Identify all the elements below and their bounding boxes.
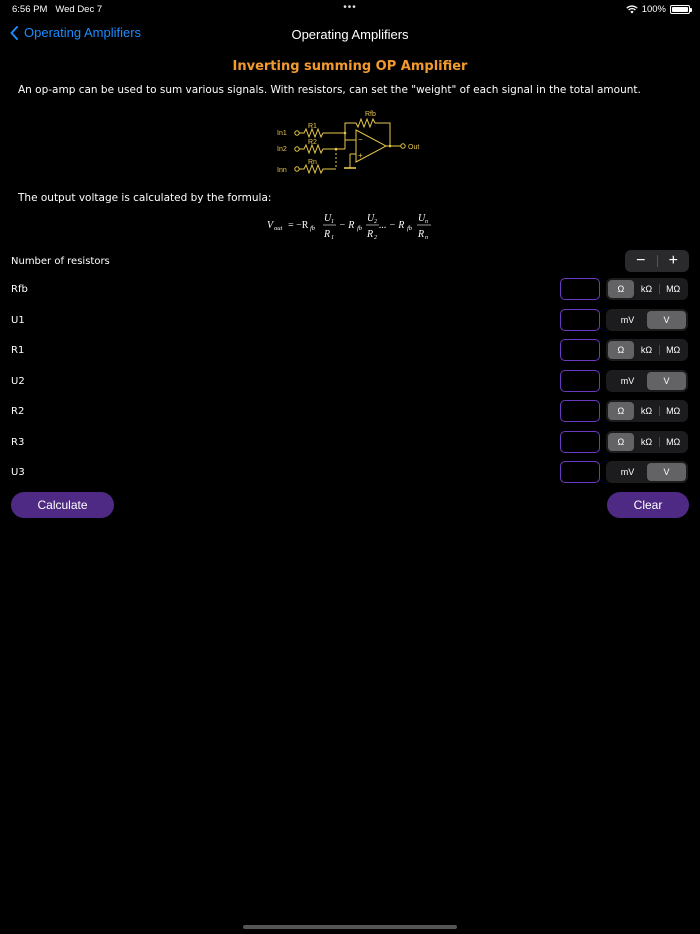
unit-option-kohm[interactable]: kΩ [634, 402, 660, 420]
r3-unit-selector[interactable]: Ω kΩ MΩ [606, 431, 688, 453]
row-label-rfb: Rfb [11, 284, 28, 295]
clear-button[interactable]: Clear [607, 492, 689, 518]
formula-fb-3: fb [407, 225, 413, 232]
unit-option-ohm[interactable]: Ω [608, 402, 634, 420]
stepper-increment-button[interactable]: + [658, 250, 690, 272]
unit-option-kohm[interactable]: kΩ [634, 280, 660, 298]
formula-r2-sub: 2 [374, 235, 377, 241]
circuit-label-rfb: Rfb [365, 111, 376, 118]
r1-value-field[interactable] [560, 339, 600, 361]
stepper-decrement-button[interactable]: − [625, 250, 657, 272]
formula-r1: R [323, 229, 330, 240]
u1-unit-selector[interactable]: mV V [606, 309, 688, 331]
description-text: An op-amp can be used to sum various sig… [18, 84, 641, 96]
unit-option-v[interactable]: V [647, 372, 686, 390]
unit-option-ohm[interactable]: Ω [608, 341, 634, 359]
formula-un-sub: n [425, 219, 428, 225]
unit-option-ohm[interactable]: Ω [608, 433, 634, 451]
status-right: 100% [626, 4, 692, 15]
formula-vout-sub: out [274, 225, 283, 232]
number-of-resistors-label: Number of resistors [11, 256, 110, 267]
row-label-r2: R2 [11, 406, 25, 417]
output-formula: V out = −R fb U 1 R 1 − R fb U 2 R 2 ...… [267, 213, 431, 241]
r2-value-field[interactable] [560, 400, 600, 422]
u3-value-field[interactable] [560, 461, 600, 483]
u2-value-field[interactable] [560, 370, 600, 392]
section-title: Inverting summing OP Amplifier [232, 59, 468, 74]
page-title: Operating Amplifiers [291, 27, 409, 42]
r1-unit-selector[interactable]: Ω kΩ MΩ [606, 339, 688, 361]
unit-option-ohm[interactable]: Ω [608, 280, 634, 298]
unit-option-mv[interactable]: mV [608, 311, 647, 329]
formula-r2: R [366, 229, 373, 240]
unit-option-mohm[interactable]: MΩ [660, 280, 686, 298]
circuit-label-r1: R1 [308, 123, 317, 130]
row-label-u1: U1 [11, 315, 25, 326]
unit-option-mohm[interactable]: MΩ [660, 402, 686, 420]
row-label-r3: R3 [11, 437, 25, 448]
circuit-label-in1: In1 [277, 130, 287, 137]
wifi-icon [626, 5, 638, 14]
unit-option-mohm[interactable]: MΩ [660, 433, 686, 451]
formula-fb-1: fb [310, 225, 316, 232]
battery-percent: 100% [641, 4, 666, 15]
formula-rn: R [417, 229, 424, 240]
formula-fb-2: fb [357, 225, 363, 232]
formula-eq: = −R [288, 220, 309, 231]
unit-option-mv[interactable]: mV [608, 463, 647, 481]
resistor-count-stepper[interactable]: − + [625, 250, 689, 272]
home-indicator[interactable] [243, 925, 457, 929]
formula-ellipsis: ... − R [379, 220, 404, 231]
u2-unit-selector[interactable]: mV V [606, 370, 688, 392]
row-label-r1: R1 [11, 345, 25, 356]
navigation-bar: Operating Amplifiers Operating Amplifier… [0, 22, 700, 46]
circuit-label-in2: In2 [277, 146, 287, 153]
battery-icon [670, 5, 692, 14]
circuit-label-r2: R2 [308, 139, 317, 146]
row-label-u2: U2 [11, 376, 25, 387]
formula-r1-sub: 1 [331, 235, 334, 241]
formula-u1-sub: 1 [331, 219, 334, 225]
r3-value-field[interactable] [560, 431, 600, 453]
row-label-u3: U3 [11, 467, 25, 478]
formula-minus-1: − R [339, 220, 354, 231]
rfb-value-field[interactable] [560, 278, 600, 300]
calculate-button[interactable]: Calculate [11, 492, 114, 518]
circuit-label-inn: Inn [277, 167, 287, 174]
u1-value-field[interactable] [560, 309, 600, 331]
multitasking-dots[interactable]: ••• [343, 2, 357, 13]
circuit-label-plus: + [358, 151, 363, 160]
circuit-label-rn: Rn [308, 159, 317, 166]
r2-unit-selector[interactable]: Ω kΩ MΩ [606, 400, 688, 422]
formula-intro: The output voltage is calculated by the … [18, 192, 272, 204]
unit-option-v[interactable]: V [647, 463, 686, 481]
unit-option-mohm[interactable]: MΩ [660, 341, 686, 359]
status-bar: 6:56 PM Wed Dec 7 ••• 100% [0, 0, 700, 18]
unit-option-kohm[interactable]: kΩ [634, 433, 660, 451]
status-time: 6:56 PM Wed Dec 7 [12, 4, 103, 15]
formula-rn-sub: n [425, 235, 428, 241]
u3-unit-selector[interactable]: mV V [606, 461, 688, 483]
circuit-diagram: In1 In2 Inn R1 R2 Rn Rfb Out − + [277, 111, 419, 175]
formula-u2-sub: 2 [374, 219, 377, 225]
unit-option-kohm[interactable]: kΩ [634, 341, 660, 359]
unit-option-mv[interactable]: mV [608, 372, 647, 390]
circuit-label-minus: − [358, 135, 363, 144]
rfb-unit-selector[interactable]: Ω kΩ MΩ [606, 278, 688, 300]
circuit-label-out: Out [408, 144, 419, 151]
unit-option-v[interactable]: V [647, 311, 686, 329]
